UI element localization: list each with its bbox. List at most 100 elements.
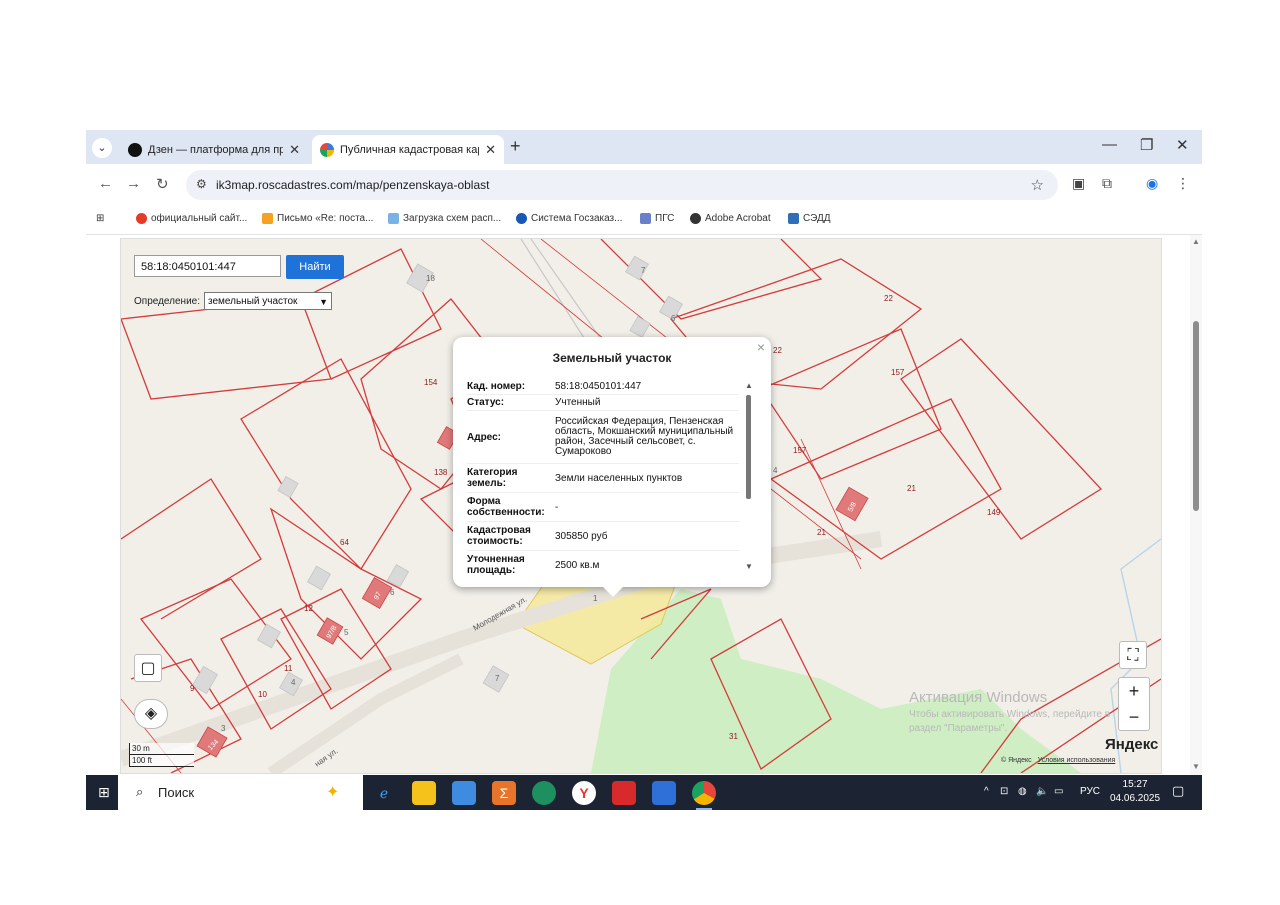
dzen-icon [128,142,142,157]
bookmark-label: официальный сайт... [151,213,248,224]
apps-grid-icon[interactable]: ⊞ [96,213,104,224]
yandex-browser-icon[interactable]: Y [572,781,596,805]
screen: ⌄ Дзен — платформа для прос ✕ Публичная … [86,130,1202,810]
bookmark-official-site[interactable]: официальный сайт... [136,213,247,224]
layers-icon: ◈ [144,705,158,722]
road-edge [530,239,602,340]
info-key: Кадастровая стоимость: [467,525,531,547]
label-31: 31 [729,732,738,741]
app-tray-icon[interactable]: ◍ [1018,786,1027,797]
app-icon[interactable] [612,781,636,805]
sigma-app-icon[interactable]: Σ [492,781,516,805]
bookmark-upload[interactable]: Загрузка схем расп... [388,213,501,224]
language-indicator[interactable]: РУС [1080,786,1100,797]
close-icon[interactable]: × [757,339,765,355]
menu-kebab-icon[interactable]: ⋮ [1176,175,1190,192]
definition-select[interactable]: земельный участок ▼ [204,292,332,310]
scroll-up-icon[interactable]: ▲ [745,381,753,390]
street-label-lower: ная ул. [313,746,340,768]
scroll-down-icon[interactable]: ▼ [1192,762,1200,771]
mail-icon [262,213,273,224]
bookmark-sedd[interactable]: СЭДД [788,213,831,224]
tab-strip: ⌄ Дзен — платформа для прос ✕ Публичная … [86,130,1202,164]
zoom-in-button[interactable]: + [1119,678,1149,704]
close-icon[interactable]: ✕ [289,142,300,158]
info-row: Статус: Учтенный [467,395,739,411]
notifications-icon[interactable]: ▢ [1172,783,1184,799]
file-explorer-icon[interactable] [412,781,436,805]
save-icon[interactable] [652,781,676,805]
zoom-out-button[interactable]: − [1119,704,1149,730]
bookmark-pgs[interactable]: ПГС [640,213,674,224]
cadastral-map[interactable]: 18 7 6 22 22 157 157 154 138 4 21 21 149… [120,238,1162,774]
new-tab-button[interactable]: + [510,136,521,157]
find-button[interactable]: Найти [286,255,344,279]
clock-date: 04.06.2025 [1110,793,1161,804]
edge-icon[interactable]: ℯ [372,781,396,805]
address-bar[interactable]: ⚙ ik3map.roscadastres.com/map/penzenskay… [186,170,1058,200]
extension-icon[interactable]: ▣ [1072,175,1085,192]
windows-start-icon[interactable]: ⊞ [98,784,110,801]
label-6: 6 [390,588,395,597]
info-key: Категория земель: [467,467,518,489]
network-icon[interactable]: ⊡ [1000,786,1008,797]
scroll-thumb[interactable] [1193,321,1199,511]
display-icon[interactable]: ▭ [1054,786,1063,797]
scroll-up-icon[interactable]: ▲ [1192,237,1200,246]
close-icon[interactable]: ✕ [485,142,496,158]
extensions-puzzle-icon[interactable]: ⧉ [1102,175,1112,192]
scale-bar: 30 m 100 ft [129,743,194,767]
label-11: 11 [284,664,293,673]
forward-button[interactable]: → [126,175,141,192]
tab-search-button[interactable]: ⌄ [92,138,112,158]
chrome-icon[interactable] [692,781,716,810]
popup-scrollbar[interactable]: ▲ ▼ [745,381,753,571]
scale-imperial: 100 ft [129,755,194,767]
scroll-thumb[interactable] [746,395,751,499]
label-10: 10 [258,690,267,699]
app-icon[interactable] [532,781,556,805]
windows-taskbar: ⊞ ⌕ Поиск ✦ ℯ Σ Y ^ ⊡ ◍ 🔈 ▭ РУС 15:27 04… [86,775,1202,810]
road-edge [520,239,592,350]
taskbar-search[interactable]: ⌕ Поиск ✦ [118,775,363,810]
speaker-icon[interactable]: 🔈 [1036,786,1048,797]
reload-button[interactable]: ↻ [156,175,169,193]
info-value: Земли населенных пунктов [555,472,683,484]
bookmark-star-icon[interactable]: ☆ [1031,176,1044,194]
copyright-owner: © Яндекс [1001,757,1032,764]
minimize-button[interactable]: — [1102,136,1117,153]
restore-button[interactable]: ❐ [1140,136,1153,154]
cadastral-number-input[interactable]: 58:18:0450101:447 [134,255,281,277]
fullscreen-icon: ⛶ [1127,647,1139,664]
bookmark-goszakaz[interactable]: Система Госзаказ... [516,213,622,224]
bookmark-acrobat[interactable]: Adobe Acrobat [690,213,771,224]
taskbar-clock[interactable]: 15:27 04.06.2025 [1110,778,1160,806]
tab-title: Публичная кадастровая карта [340,143,480,156]
site-info-icon[interactable]: ⚙ [196,177,207,191]
windows-activation-watermark: Активация Windows Чтобы активировать Win… [909,689,1110,734]
info-value: - [555,501,559,513]
label-64: 64 [340,538,349,547]
info-key: Форма собственности: [467,496,545,518]
info-key: Статус: [467,397,505,408]
close-window-button[interactable]: ✕ [1176,136,1189,154]
app-icon[interactable] [452,781,476,805]
label-138: 138 [434,468,448,477]
info-key: Уточненная площадь: [467,554,525,575]
tray-expand-icon[interactable]: ^ [984,786,989,797]
tab-cadastral-map[interactable]: Публичная кадастровая карта ✕ [312,135,504,164]
label-154: 154 [424,378,438,387]
popup-title: Земельный участок [552,351,672,365]
fullscreen-button[interactable]: ⛶ [1119,641,1147,669]
terms-link[interactable]: Условия использования [1038,757,1116,764]
page-scrollbar[interactable]: ▲ ▼ [1190,235,1202,775]
scroll-down-icon[interactable]: ▼ [745,562,753,571]
watermark-line: раздел "Параметры". [909,723,1008,734]
tab-dzen[interactable]: Дзен — платформа для прос ✕ [120,135,308,164]
profile-icon[interactable]: ◉ [1146,175,1158,192]
map-copyright: © Яндекс Условия использования [1001,757,1115,764]
back-button[interactable]: ← [98,175,113,192]
layers-button[interactable]: ◈ [134,699,168,729]
bookmark-mail[interactable]: Письмо «Re: поста... [262,213,373,224]
measure-tool-button[interactable]: ▢ [134,654,162,682]
